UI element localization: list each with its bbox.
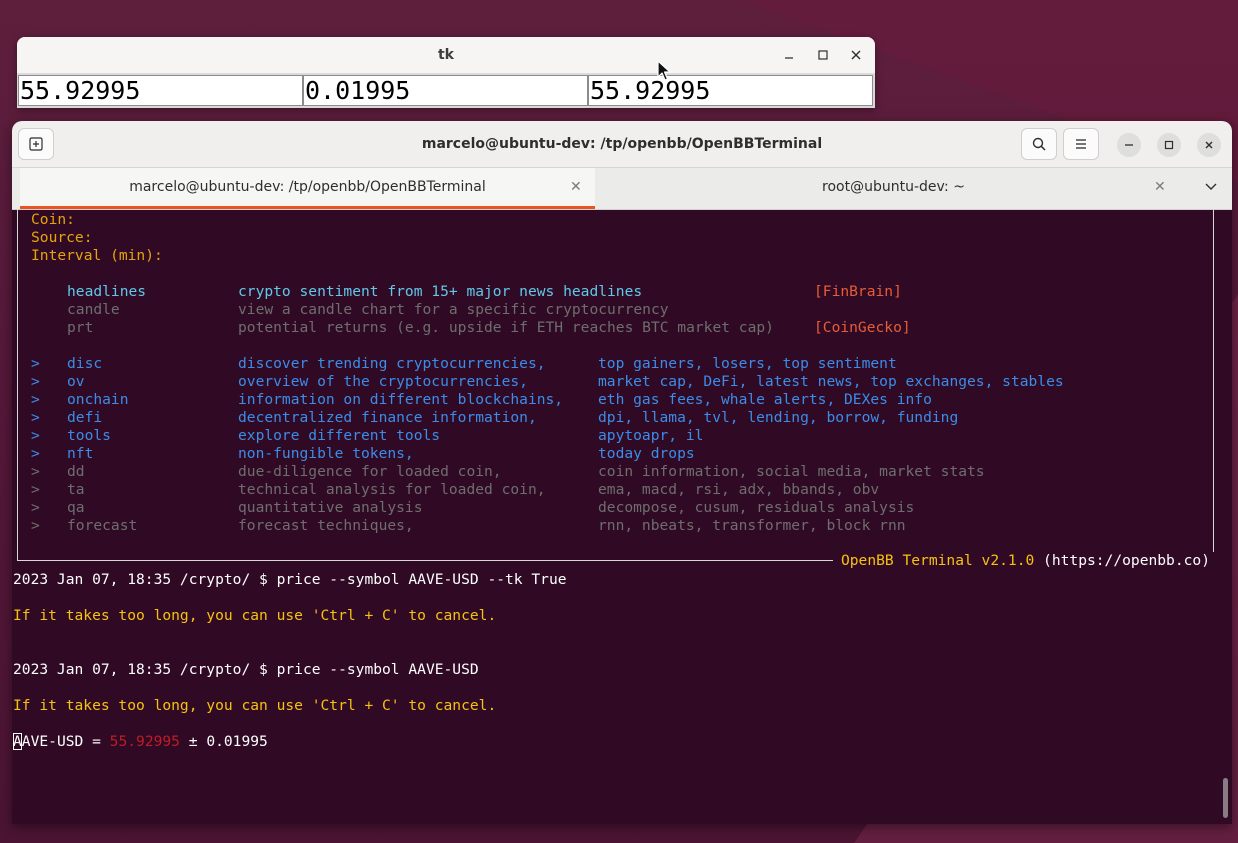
tab-close-icon[interactable]: ✕ bbox=[570, 168, 582, 206]
menu-arrow: > bbox=[31, 517, 40, 534]
source-tag: [CoinGecko] bbox=[814, 319, 911, 336]
close-button[interactable] bbox=[1197, 133, 1221, 157]
menu-dd: dd bbox=[67, 463, 85, 480]
prompt-line: 2023 Jan 07, 18:35 /crypto/ $ price --sy… bbox=[13, 571, 567, 588]
menu-sub: apytoapr, il bbox=[598, 427, 704, 444]
menu-arrow: > bbox=[31, 355, 40, 372]
menu-desc: decentralized finance information, bbox=[238, 409, 537, 426]
menu-forecast: forecast bbox=[67, 517, 138, 534]
hamburger-icon bbox=[1076, 139, 1086, 149]
menu-desc: forecast techniques, bbox=[238, 517, 414, 534]
maximize-button[interactable] bbox=[1157, 133, 1181, 157]
source-tag: [FinBrain] bbox=[814, 283, 902, 300]
price-entry[interactable]: 55.92995 bbox=[18, 75, 303, 106]
tk-window-title: tk bbox=[437, 47, 454, 63]
command-desc: view a candle chart for a specific crypt… bbox=[238, 301, 669, 318]
maximize-icon bbox=[1164, 140, 1174, 150]
close-icon[interactable] bbox=[846, 45, 866, 65]
command-candle: candle bbox=[67, 301, 120, 318]
menu-button[interactable] bbox=[1063, 128, 1099, 160]
menu-arrow: > bbox=[31, 391, 40, 408]
menu-onchain: onchain bbox=[67, 391, 129, 408]
tk-window: tk 55.92995 0.01995 55.92995 bbox=[17, 37, 875, 108]
menu-arrow: > bbox=[31, 481, 40, 498]
result-symbol: AVE-USD = bbox=[21, 733, 110, 750]
tk-titlebar[interactable]: tk bbox=[17, 37, 875, 74]
menu-desc: technical analysis for loaded coin, bbox=[238, 481, 546, 498]
menu-qa: qa bbox=[67, 499, 85, 516]
menu-desc: due-diligence for loaded coin, bbox=[238, 463, 502, 480]
menu-nft: nft bbox=[67, 445, 94, 462]
menu-sub: ema, macd, rsi, adx, bbands, obv bbox=[598, 481, 880, 498]
minimize-button[interactable] bbox=[1117, 133, 1141, 157]
search-button[interactable] bbox=[1021, 128, 1057, 160]
terminal-window: marcelo@ubuntu-dev: /tp/openbb/OpenBBTer… bbox=[12, 121, 1232, 824]
minimize-icon[interactable] bbox=[779, 45, 799, 65]
menu-tools: tools bbox=[67, 427, 111, 444]
tab-label: root@ubuntu-dev: ~ bbox=[822, 179, 965, 195]
search-icon bbox=[1032, 137, 1046, 151]
menu-desc: overview of the cryptocurrencies, bbox=[238, 373, 528, 390]
menu-sub: coin information, social media, market s… bbox=[598, 463, 985, 480]
menu-arrow: > bbox=[31, 427, 40, 444]
interval-entry[interactable]: 0.01995 bbox=[303, 75, 588, 106]
result-price: 55.92995 bbox=[109, 733, 180, 750]
version-label: OpenBB Terminal v2.1.0 bbox=[840, 552, 1035, 569]
menu-desc: non-fungible tokens, bbox=[238, 445, 414, 462]
menu-desc: discover trending cryptocurrencies, bbox=[238, 355, 546, 372]
menu-sub: rnn, nbeats, transformer, block rnn bbox=[598, 517, 906, 534]
menu-arrow: > bbox=[31, 373, 40, 390]
tab-bar: marcelo@ubuntu-dev: /tp/openbb/OpenBBTer… bbox=[12, 168, 1232, 210]
prompt-line: 2023 Jan 07, 18:35 /crypto/ $ price --sy… bbox=[13, 661, 479, 678]
menu-sub: market cap, DeFi, latest news, top excha… bbox=[598, 373, 1064, 390]
tab-list-chevron-down-icon[interactable] bbox=[1204, 178, 1218, 197]
scrollbar[interactable] bbox=[1223, 778, 1228, 818]
command-desc: crypto sentiment from 15+ major news hea… bbox=[238, 283, 643, 300]
menu-arrow: > bbox=[31, 409, 40, 426]
openbb-version-footer: OpenBB Terminal v2.1.0 (https://openbb.c… bbox=[832, 552, 1218, 570]
minimize-icon bbox=[1125, 144, 1133, 146]
interval-label: Interval (min): bbox=[31, 247, 163, 264]
menu-desc: quantitative analysis bbox=[238, 499, 423, 516]
menu-ta: ta bbox=[67, 481, 85, 498]
hint-line: If it takes too long, you can use 'Ctrl … bbox=[13, 697, 497, 714]
menu-sub: top gainers, losers, top sentiment bbox=[598, 355, 897, 372]
tk-entries-row: 55.92995 0.01995 55.92995 bbox=[17, 74, 875, 108]
hint-line: If it takes too long, you can use 'Ctrl … bbox=[13, 607, 497, 624]
coin-label: Coin: bbox=[31, 211, 75, 228]
menu-desc: explore different tools bbox=[238, 427, 441, 444]
menu-arrow: > bbox=[31, 445, 40, 462]
menu-defi: defi bbox=[67, 409, 103, 426]
terminal-cursor: A bbox=[13, 733, 22, 750]
result-line: AAVE-USD = 55.92995 ± 0.01995 bbox=[13, 733, 268, 751]
tab-close-icon[interactable]: ✕ bbox=[1154, 168, 1166, 206]
result-error: ± 0.01995 bbox=[179, 733, 268, 750]
command-headlines: headlines bbox=[67, 283, 147, 300]
close-icon bbox=[1205, 141, 1213, 149]
terminal-headerbar[interactable]: marcelo@ubuntu-dev: /tp/openbb/OpenBBTer… bbox=[12, 121, 1232, 168]
menu-ov: ov bbox=[67, 373, 85, 390]
tab-label: marcelo@ubuntu-dev: /tp/openbb/OpenBBTer… bbox=[129, 179, 486, 195]
menu-sub: decompose, cusum, residuals analysis bbox=[598, 499, 915, 516]
command-prt: prt bbox=[67, 319, 94, 336]
menu-arrow: > bbox=[31, 463, 40, 480]
menu-sub: today drops bbox=[598, 445, 695, 462]
website-url: (https://openbb.co) bbox=[1034, 552, 1210, 569]
maximize-icon[interactable] bbox=[813, 45, 833, 65]
menu-disc: disc bbox=[67, 355, 103, 372]
tab-root[interactable]: root@ubuntu-dev: ~ bbox=[595, 168, 1192, 209]
mouse-pointer-icon bbox=[657, 60, 671, 81]
menu-desc: information on different blockchains, bbox=[238, 391, 564, 408]
source-label: Source: bbox=[31, 229, 93, 246]
price-entry-2[interactable]: 55.92995 bbox=[588, 75, 873, 106]
tab-marcelo[interactable]: marcelo@ubuntu-dev: /tp/openbb/OpenBBTer… bbox=[20, 168, 595, 209]
command-desc: potential returns (e.g. upside if ETH re… bbox=[238, 319, 774, 336]
menu-arrow: > bbox=[31, 499, 40, 516]
menu-sub: eth gas fees, whale alerts, DEXes info bbox=[598, 391, 932, 408]
terminal-output[interactable]: Coin: Source: Interval (min): headlines … bbox=[12, 209, 1232, 824]
menu-sub: dpi, llama, tvl, lending, borrow, fundin… bbox=[598, 409, 959, 426]
